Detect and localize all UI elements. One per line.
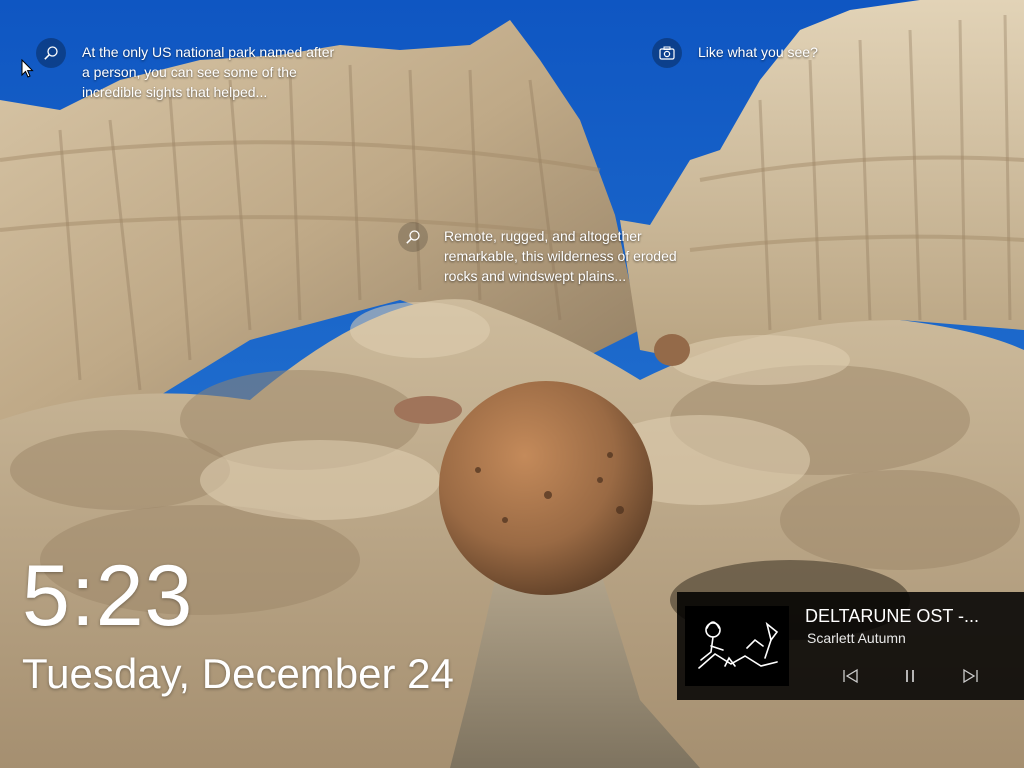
search-icon[interactable] [36, 38, 66, 68]
pause-button[interactable] [896, 664, 924, 688]
spotlight-hint-park[interactable]: At the only US national park named after… [36, 38, 366, 102]
spotlight-like-text[interactable]: Like what you see? [698, 42, 818, 62]
search-icon[interactable] [398, 222, 428, 252]
spotlight-hint-text[interactable]: At the only US national park named after… [82, 42, 334, 102]
album-art [685, 606, 789, 686]
spotlight-like-prompt[interactable]: Like what you see? [652, 38, 912, 68]
media-track-title: DELTARUNE OST -... [805, 606, 980, 626]
camera-icon[interactable] [652, 38, 682, 68]
mouse-cursor-icon [21, 59, 34, 78]
spotlight-hint-text[interactable]: Remote, rugged, and altogether remarkabl… [444, 226, 677, 286]
lock-screen-date: Tuesday, December 24 [22, 650, 454, 697]
spotlight-hint-wilderness[interactable]: Remote, rugged, and altogether remarkabl… [398, 222, 708, 286]
skip-previous-icon [843, 668, 858, 684]
media-controls-panel: DELTARUNE OST -... Scarlett Autumn [677, 592, 1024, 700]
lock-screen-time: 5:23 [22, 548, 194, 644]
pause-icon [906, 670, 914, 682]
next-track-button[interactable] [956, 664, 984, 688]
media-artist: Scarlett Autumn [807, 630, 906, 646]
previous-track-button[interactable] [837, 664, 865, 688]
skip-next-icon [963, 668, 978, 684]
